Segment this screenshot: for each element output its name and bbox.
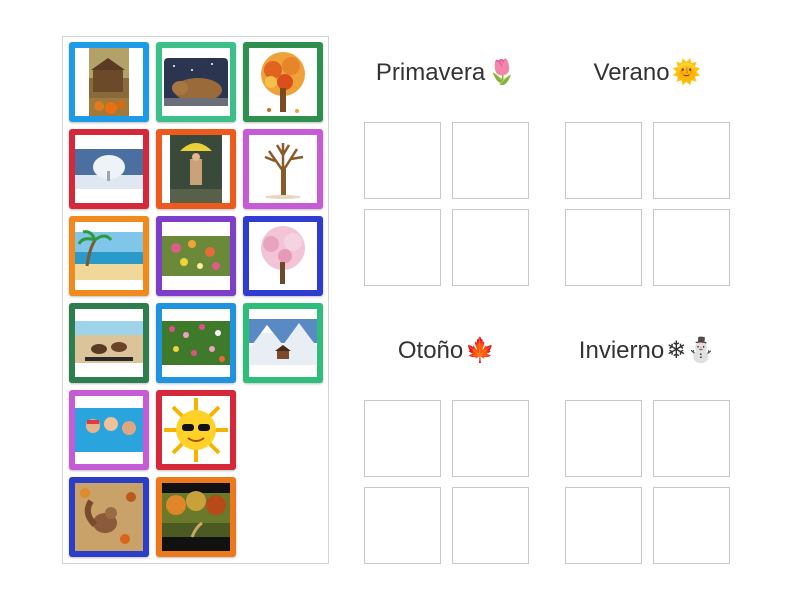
- drop-slot-primavera-1[interactable]: [364, 122, 441, 199]
- tile-palm-beach[interactable]: [69, 216, 149, 296]
- sun-icon: 🌞: [671, 59, 702, 86]
- category-title-primavera: Primavera🌷: [375, 59, 518, 86]
- category-title-invierno: Invierno❄⛄: [578, 337, 717, 364]
- drop-slot-verano-2[interactable]: [653, 122, 730, 199]
- autumn-tree-icon: [249, 48, 317, 116]
- palm-beach-icon: [75, 222, 143, 290]
- tile-sun-sunglasses[interactable]: [156, 390, 236, 470]
- drop-slot-verano-4[interactable]: [653, 209, 730, 286]
- drop-slot-invierno-3[interactable]: [565, 487, 642, 564]
- rain-umbrella-icon: [162, 135, 230, 203]
- tulip-icon: 🌷: [487, 59, 518, 86]
- drop-slot-primavera-2[interactable]: [452, 122, 529, 199]
- drop-slot-otono-4[interactable]: [452, 487, 529, 564]
- tile-squirrel-leaves[interactable]: [69, 477, 149, 557]
- tile-autumn-forest[interactable]: [156, 477, 236, 557]
- drop-slot-primavera-3[interactable]: [364, 209, 441, 286]
- sleeping-bear-icon: [162, 48, 230, 116]
- squirrel-leaves-icon: [75, 483, 143, 551]
- snowy-tree-icon: [75, 135, 143, 203]
- tile-barn-pumpkins[interactable]: [69, 42, 149, 122]
- drop-slot-verano-3[interactable]: [565, 209, 642, 286]
- tile-snowy-tree[interactable]: [69, 129, 149, 209]
- tile-bare-tree[interactable]: [243, 129, 323, 209]
- drop-slot-otono-2[interactable]: [452, 400, 529, 477]
- tile-beach-sandals[interactable]: [69, 303, 149, 383]
- autumn-forest-icon: [162, 483, 230, 551]
- tile-flower-bush[interactable]: [156, 216, 236, 296]
- blossom-tree-icon: [249, 222, 317, 290]
- drop-slot-invierno-4[interactable]: [653, 487, 730, 564]
- drop-slot-verano-1[interactable]: [565, 122, 642, 199]
- tile-autumn-tree[interactable]: [243, 42, 323, 122]
- bare-tree-icon: [249, 135, 317, 203]
- drop-slot-otono-1[interactable]: [364, 400, 441, 477]
- barn-pumpkins-icon: [75, 48, 143, 116]
- tile-flower-field[interactable]: [156, 303, 236, 383]
- kids-pool-icon: [75, 396, 143, 464]
- tile-rain-umbrella[interactable]: [156, 129, 236, 209]
- category-title-verano: Verano🌞: [593, 59, 702, 86]
- snowflake-snowman-icon: ❄⛄: [666, 337, 717, 364]
- drop-slot-otono-3[interactable]: [364, 487, 441, 564]
- tile-blossom-tree[interactable]: [243, 216, 323, 296]
- flower-bush-icon: [162, 222, 230, 290]
- maple-leaf-icon: 🍁: [465, 337, 496, 364]
- flower-field-icon: [162, 309, 230, 377]
- snowy-mountains-icon: [249, 309, 317, 377]
- drop-slot-invierno-2[interactable]: [653, 400, 730, 477]
- tile-sleeping-bear[interactable]: [156, 42, 236, 122]
- drop-slot-invierno-1[interactable]: [565, 400, 642, 477]
- drop-slot-primavera-4[interactable]: [452, 209, 529, 286]
- tile-kids-pool[interactable]: [69, 390, 149, 470]
- sun-sunglasses-icon: [162, 396, 230, 464]
- beach-sandals-icon: [75, 309, 143, 377]
- tile-snowy-mountains[interactable]: [243, 303, 323, 383]
- category-title-otono: Otoño🍁: [397, 337, 496, 364]
